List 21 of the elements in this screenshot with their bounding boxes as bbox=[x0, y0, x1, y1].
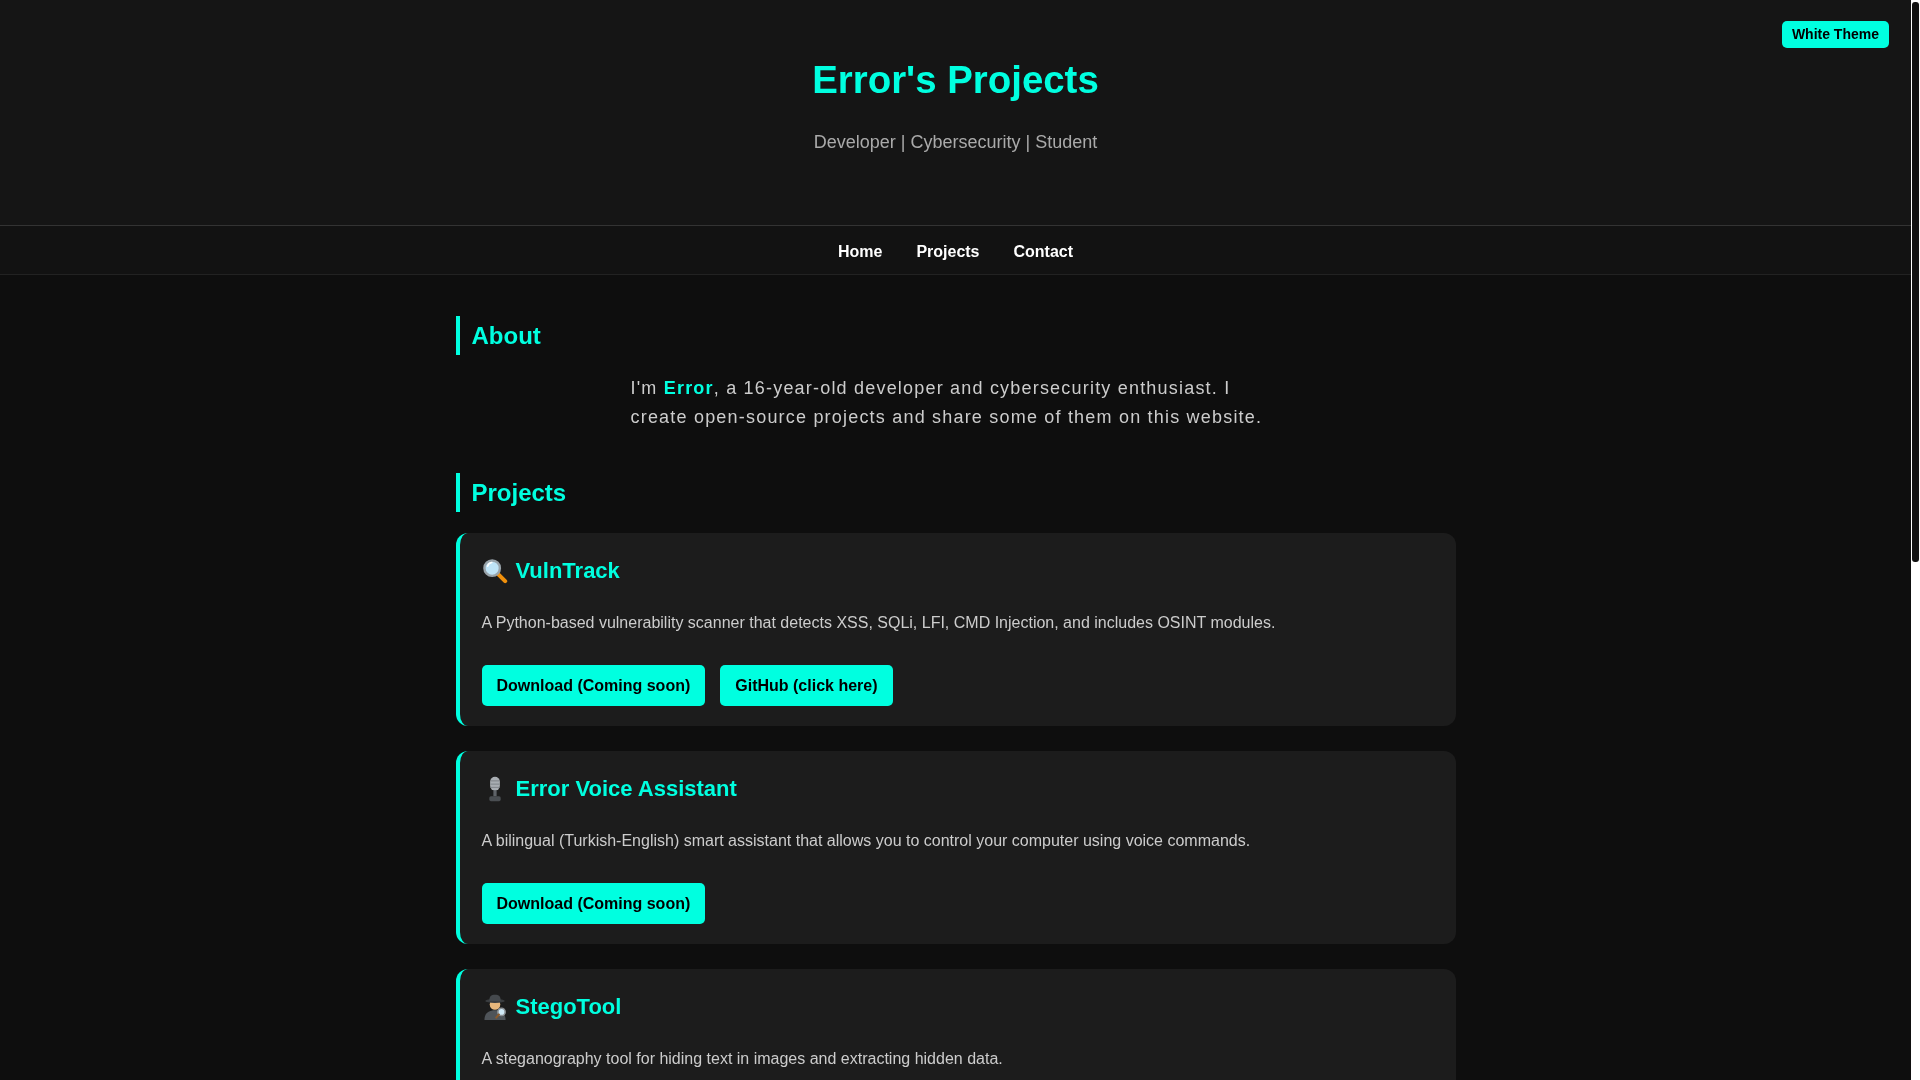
detective-icon bbox=[481, 993, 508, 1020]
nav-link[interactable]: Home bbox=[820, 236, 900, 268]
project-button[interactable]: Download (Coming soon) bbox=[481, 883, 706, 924]
site-subtitle: Developer | Cybersecurity | Student bbox=[812, 131, 1099, 154]
project-title: Error Voice Assistant bbox=[515, 775, 737, 803]
section-heading: About bbox=[455, 316, 1456, 355]
magnifier-icon bbox=[481, 557, 508, 584]
scrollbar-thumb[interactable] bbox=[1912, 2, 1919, 562]
theme-toggle-button[interactable]: White Theme bbox=[1781, 21, 1889, 48]
nav-link[interactable]: Projects bbox=[899, 236, 997, 268]
project-description: A bilingual (Turkish-English) smart assistant that allows you to control your computer using voice commands. bbox=[481, 831, 1252, 851]
project-title: VulnTrack bbox=[515, 557, 620, 585]
project-description: A steganography tool for hiding text in images and extracting hidden data. bbox=[481, 1049, 1004, 1069]
about-text: I'm Error, a 16-year-old developer and cybersecurity enthusiast. I create open-source projects and share some of them on this website. bbox=[630, 377, 1264, 429]
nav-link[interactable]: Contact bbox=[996, 236, 1091, 268]
project-button[interactable]: GitHub (click here) bbox=[720, 665, 893, 706]
project-description: A Python-based vulnerability scanner that detects XSS, SQLi, LFI, CMD Injection, and includes OSINT modules. bbox=[481, 613, 1277, 633]
project-title: StegoTool bbox=[515, 993, 622, 1021]
site-title: Error's Projects bbox=[811, 57, 1100, 103]
project-button[interactable]: Download (Coming soon) bbox=[481, 665, 706, 706]
section-heading: Projects bbox=[455, 473, 1456, 512]
